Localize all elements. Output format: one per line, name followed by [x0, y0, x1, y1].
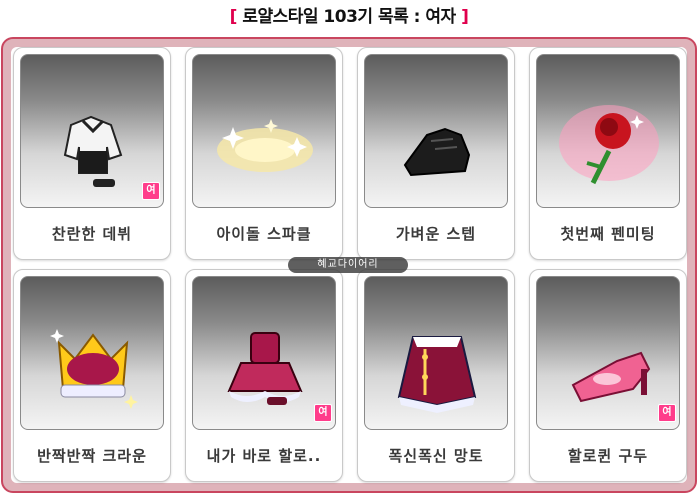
gender-badge: 여: [658, 404, 676, 422]
black-shoes-icon: [403, 127, 471, 177]
item-image: [20, 276, 164, 430]
item-card[interactable]: 여 찬란한 데뷔: [13, 47, 171, 260]
gender-badge: 여: [142, 182, 160, 200]
title-bracket-left: [: [229, 7, 243, 27]
item-name: 첫번째 펜미팅: [560, 225, 656, 243]
item-name: 내가 바로 할로..: [206, 447, 322, 465]
sparkle-effect-icon: [217, 119, 313, 172]
item-name: 가벼운 스텝: [395, 225, 477, 243]
page-title: [ 로얄스타일 103기 목록 : 여자 ]: [0, 4, 698, 30]
item-card[interactable]: 폭신폭신 망토: [357, 269, 515, 482]
gender-badge: 여: [314, 404, 332, 422]
item-name: 아이돌 스파클: [216, 225, 312, 243]
item-card[interactable]: 여 할로퀸 구두: [529, 269, 687, 482]
item-card[interactable]: 첫번째 펜미팅: [529, 47, 687, 260]
cape-icon: [397, 336, 477, 413]
rose-bouquet-icon: [559, 105, 659, 185]
item-name: 반짝반짝 크라운: [37, 447, 147, 465]
watermark-label: 혜교다이어리: [288, 257, 408, 273]
item-card[interactable]: 가벼운 스텝: [357, 47, 515, 260]
item-name: 폭신폭신 망토: [388, 447, 484, 465]
item-name: 할로퀸 구두: [567, 447, 649, 465]
item-name: 찬란한 데뷔: [51, 225, 133, 243]
item-image: [364, 54, 508, 208]
item-card[interactable]: 여 내가 바로 할로..: [185, 269, 343, 482]
item-image: [192, 54, 336, 208]
item-card[interactable]: 반짝반짝 크라운: [13, 269, 171, 482]
item-card[interactable]: 아이돌 스파클: [185, 47, 343, 260]
crown-icon: [50, 329, 138, 409]
item-image: [536, 54, 680, 208]
item-image: [364, 276, 508, 430]
title-bracket-right: ]: [455, 7, 469, 27]
title-text: 로얄스타일 103기 목록 : 여자: [242, 7, 456, 27]
